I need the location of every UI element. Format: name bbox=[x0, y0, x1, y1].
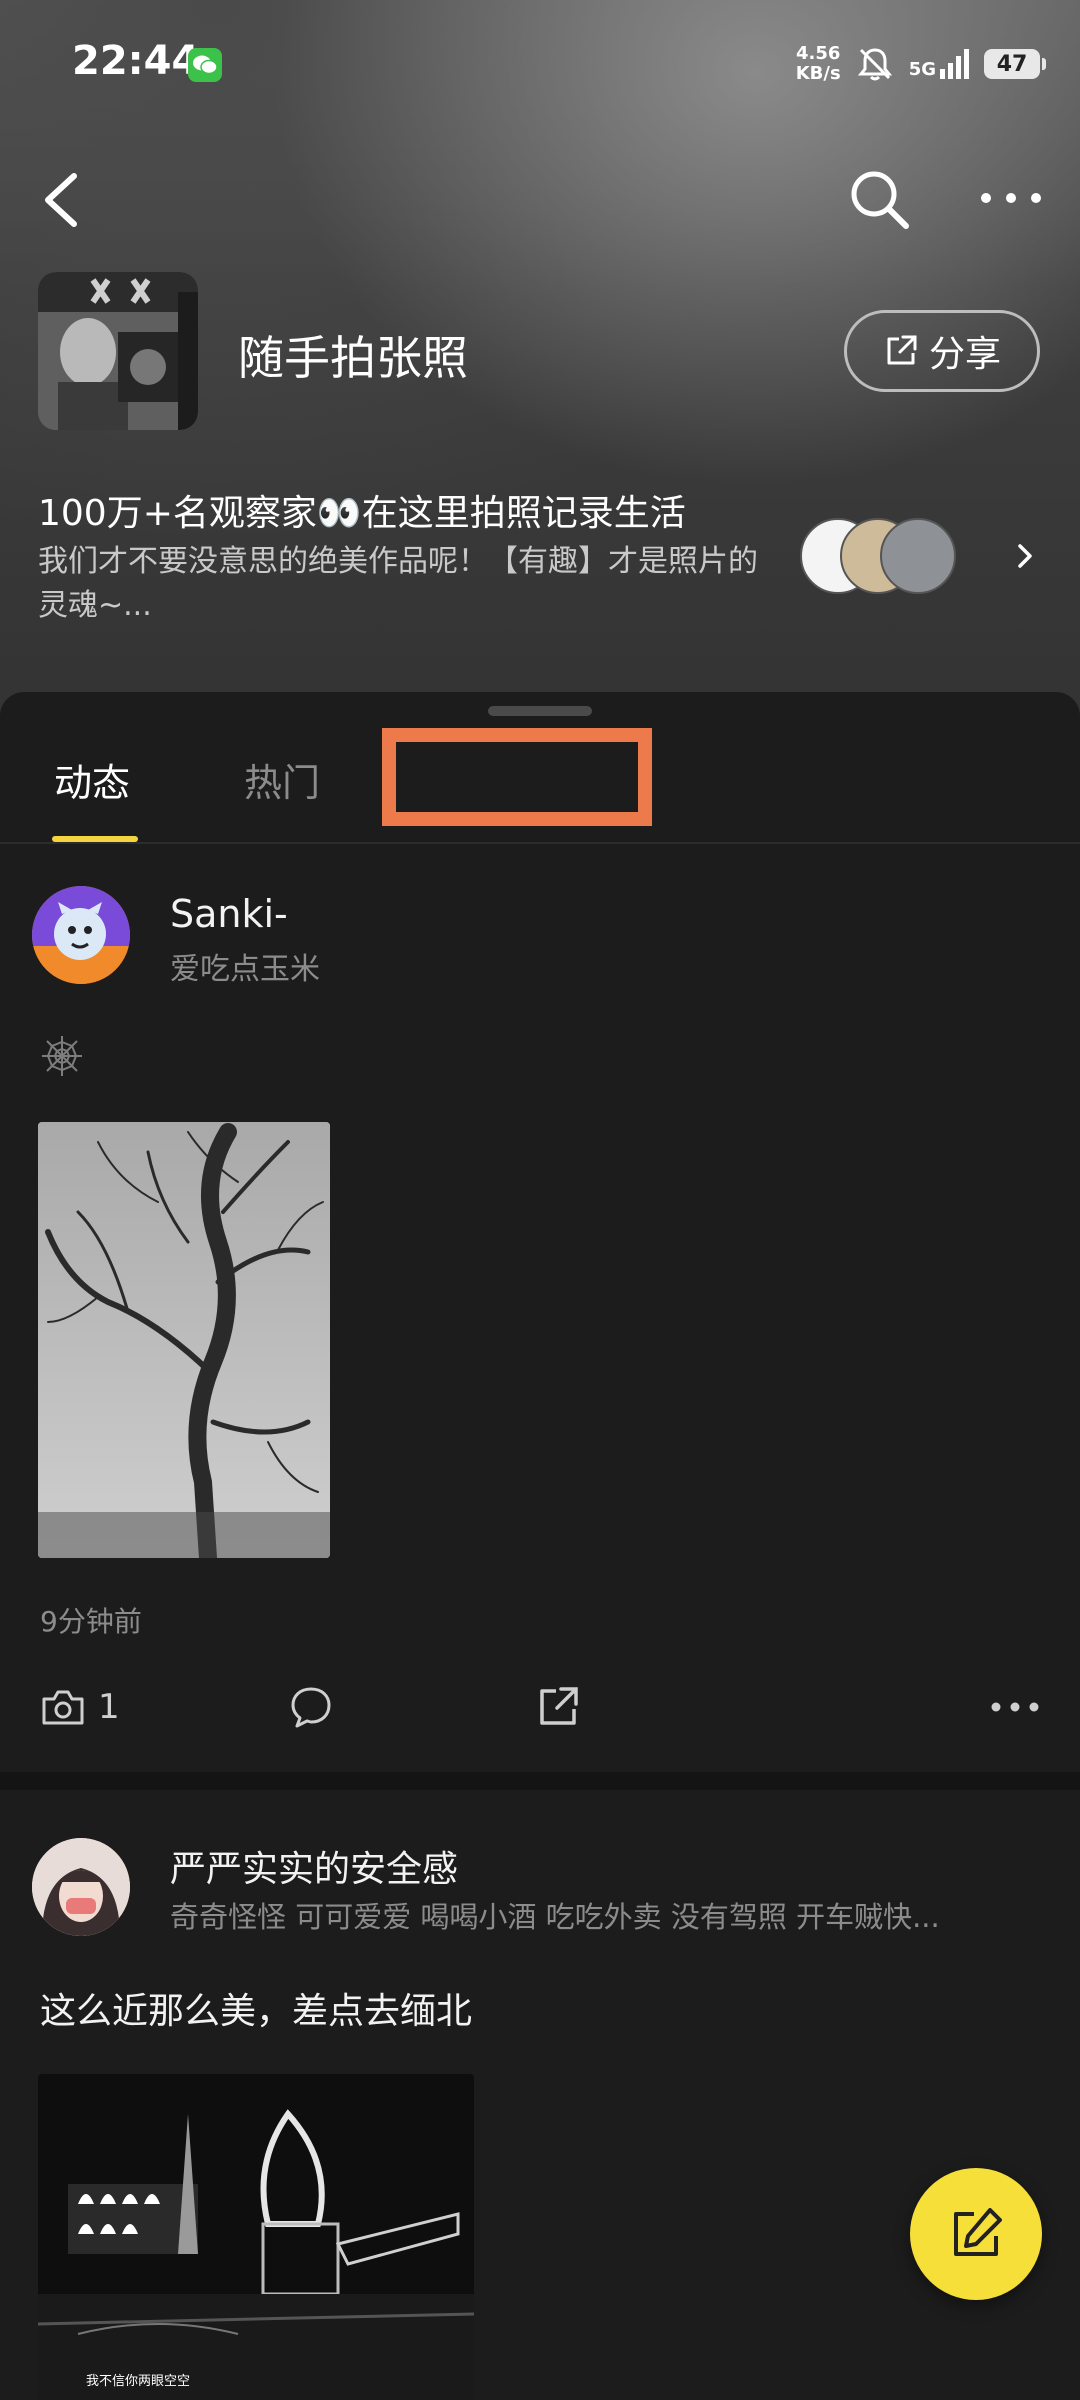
tab-feed[interactable]: 动态 bbox=[54, 752, 130, 807]
edit-icon bbox=[954, 2208, 1002, 2256]
wechat-icon bbox=[188, 48, 222, 82]
group-title: 随手拍张照 bbox=[238, 331, 468, 385]
image-caption: 我不信你两眼空空 bbox=[86, 2374, 191, 2389]
post-image[interactable] bbox=[38, 1122, 330, 1558]
network-type: 5G bbox=[908, 59, 936, 80]
post-divider bbox=[0, 1772, 1080, 1790]
signal-icon: 5G bbox=[909, 49, 970, 79]
photo-count-button[interactable]: 1 bbox=[40, 1682, 120, 1732]
post-user-bio: 爱吃点玉米 bbox=[170, 952, 320, 987]
comment-button[interactable] bbox=[288, 1682, 334, 1732]
chevron-right-icon[interactable] bbox=[1016, 540, 1036, 572]
post-image[interactable]: 我不信你两眼空空 bbox=[38, 2074, 474, 2400]
share-icon bbox=[540, 1687, 578, 1725]
highlight-box bbox=[382, 728, 652, 826]
post-text: 这么近那么美，差点去缅北 bbox=[40, 1991, 473, 2032]
group-headline: 100万+名观察家👀在这里拍照记录生活 bbox=[38, 493, 686, 534]
signal-bars-icon bbox=[940, 49, 969, 79]
comment-icon bbox=[291, 1687, 331, 1728]
camera-icon bbox=[42, 1690, 84, 1725]
share-post-button[interactable] bbox=[536, 1682, 580, 1732]
photo-count: 1 bbox=[98, 1687, 120, 1727]
member-avatar bbox=[880, 518, 956, 594]
member-avatars[interactable] bbox=[800, 518, 960, 594]
compose-button[interactable] bbox=[910, 2168, 1042, 2300]
post-author-avatar[interactable] bbox=[32, 1838, 130, 1936]
share-icon bbox=[887, 335, 917, 365]
share-label: 分享 bbox=[928, 334, 1001, 375]
status-time: 22:44 bbox=[72, 38, 200, 84]
network-speed-unit: KB/s bbox=[795, 63, 841, 84]
post-username[interactable]: Sanki- bbox=[170, 892, 288, 936]
more-icon bbox=[991, 1702, 1039, 1712]
drag-handle[interactable] bbox=[488, 706, 592, 716]
post-author-avatar[interactable] bbox=[32, 886, 130, 984]
mute-icon bbox=[857, 48, 892, 81]
network-speed: 4.56 KB/s bbox=[796, 44, 841, 84]
share-button[interactable]: 分享 bbox=[844, 310, 1040, 392]
post-time: 9分钟前 bbox=[40, 1605, 142, 1638]
spiderweb-icon bbox=[42, 1036, 82, 1076]
search-icon[interactable] bbox=[848, 168, 912, 232]
tab-hot[interactable]: 热门 bbox=[244, 752, 320, 807]
divider bbox=[0, 842, 1080, 844]
more-icon[interactable] bbox=[976, 180, 1046, 216]
battery-level: 47 bbox=[996, 51, 1028, 77]
post-more-button[interactable] bbox=[990, 1682, 1040, 1732]
post-user-bio: 奇奇怪怪 可可爱爱 喝喝小酒 吃吃外卖 没有驾照 开车贼快... bbox=[170, 1900, 940, 1934]
network-speed-value: 4.56 bbox=[795, 43, 841, 64]
page: 22:44 4.56 KB/s 5G 47 随手拍张照 分享 100万+名观察家… bbox=[0, 0, 1080, 2400]
status-icons: 4.56 KB/s 5G 47 bbox=[796, 40, 1046, 88]
status-bar: 22:44 4.56 KB/s 5G 47 bbox=[0, 0, 1080, 130]
group-description: 我们才不要没意思的绝美作品呢！【有趣】才是照片的灵魂~... bbox=[38, 544, 758, 623]
back-icon[interactable] bbox=[38, 170, 82, 230]
post-username[interactable]: 严严实实的安全感 bbox=[170, 1840, 458, 1892]
battery-icon: 47 bbox=[984, 49, 1046, 79]
group-avatar[interactable] bbox=[38, 272, 198, 430]
